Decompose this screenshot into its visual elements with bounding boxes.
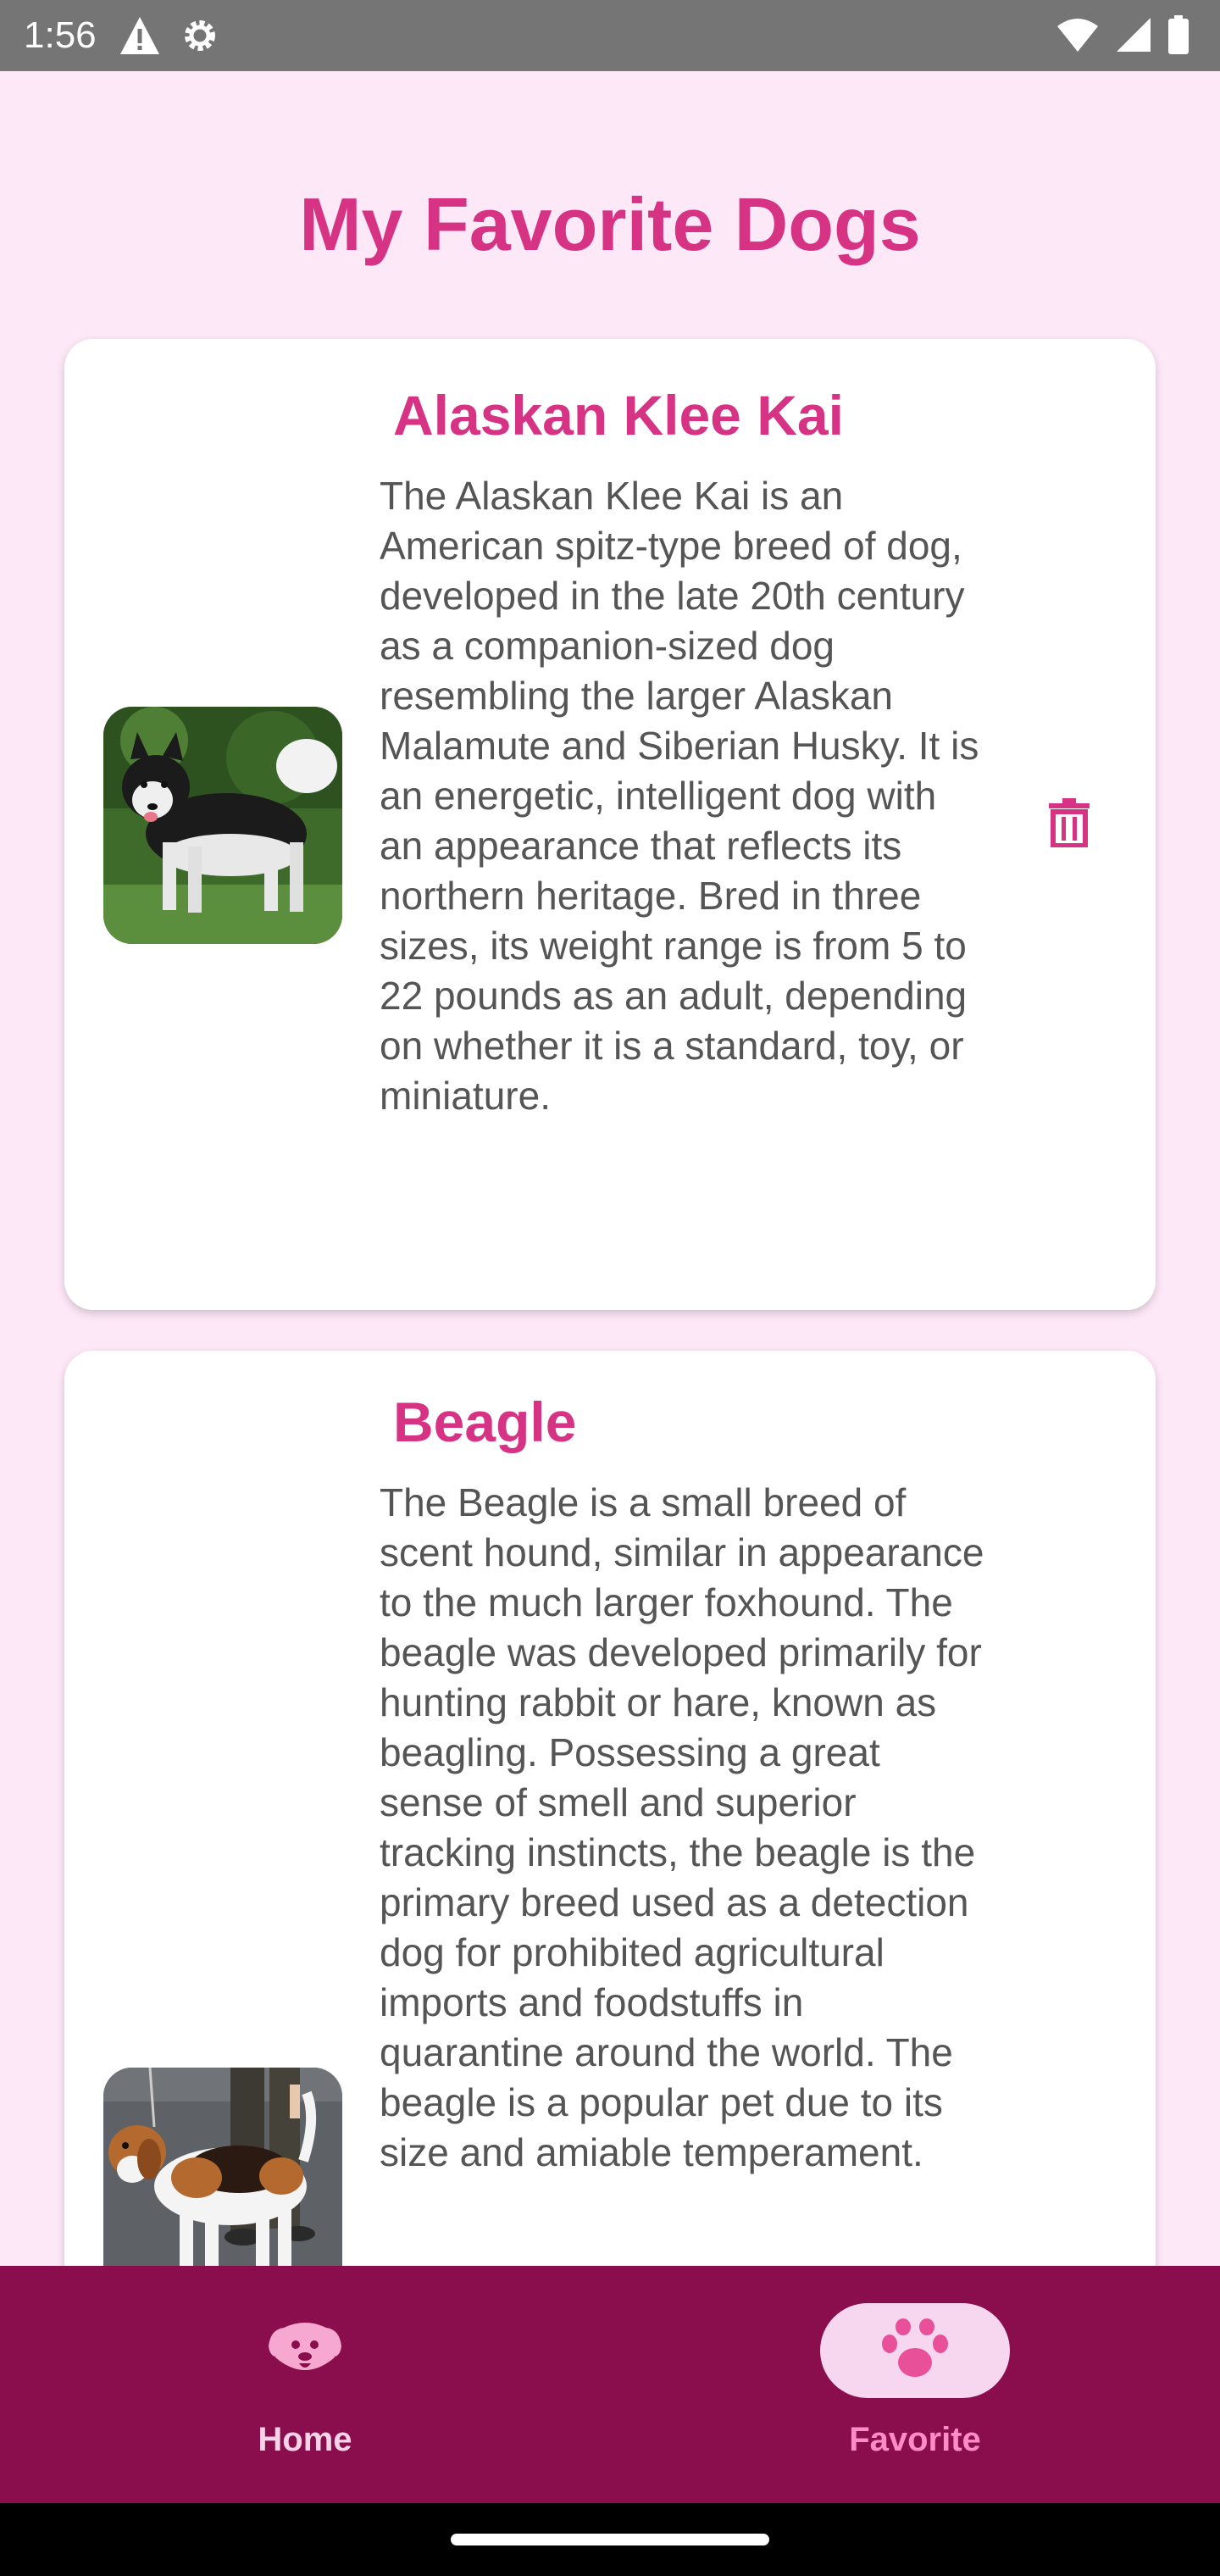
nav-item-home[interactable]: Home: [0, 2266, 610, 2503]
settings-icon: [180, 15, 220, 56]
dog-photo-beagle: [103, 2068, 342, 2266]
bottom-navigation: Home Favorite: [0, 2266, 1220, 2503]
favorites-list[interactable]: Alaskan Klee Kai The Alaskan Klee Kai is…: [0, 322, 1220, 2266]
dog-description: The Alaskan Klee Kai is an American spit…: [380, 474, 979, 1118]
dog-card: Alaskan Klee Kai The Alaskan Klee Kai is…: [64, 339, 1156, 1310]
home-indicator[interactable]: [451, 2534, 769, 2545]
status-right-icons: [1056, 15, 1190, 54]
wifi-icon: [1056, 16, 1100, 53]
system-navigation-bar: [0, 2503, 1220, 2576]
battery-icon: [1167, 15, 1190, 54]
nav-icon-container-selected: [820, 2303, 1010, 2398]
dog-name: Alaskan Klee Kai: [393, 384, 844, 447]
dog-face-icon: [267, 2319, 343, 2383]
page-title: My Favorite Dogs: [299, 182, 921, 266]
status-bar: 1:56: [0, 0, 1220, 71]
trash-icon: [1047, 797, 1091, 852]
dog-description: The Beagle is a small breed of scent hou…: [380, 1480, 984, 2174]
dog-name: Beagle: [393, 1391, 577, 1453]
paw-icon: [879, 2318, 951, 2384]
nav-item-favorite[interactable]: Favorite: [610, 2266, 1220, 2503]
dog-card: Beagle The Beagle is a small breed of sc…: [64, 1351, 1156, 2266]
delete-button[interactable]: [1037, 791, 1101, 856]
nav-icon-container: [210, 2303, 400, 2398]
nav-label-home: Home: [258, 2421, 352, 2458]
signal-icon: [1115, 16, 1152, 53]
status-left-icons: [119, 15, 220, 56]
nav-label-favorite: Favorite: [849, 2421, 981, 2458]
dog-photo-alaskan-klee-kai: [103, 707, 342, 944]
alert-icon: [119, 15, 161, 56]
status-time: 1:56: [24, 14, 97, 56]
